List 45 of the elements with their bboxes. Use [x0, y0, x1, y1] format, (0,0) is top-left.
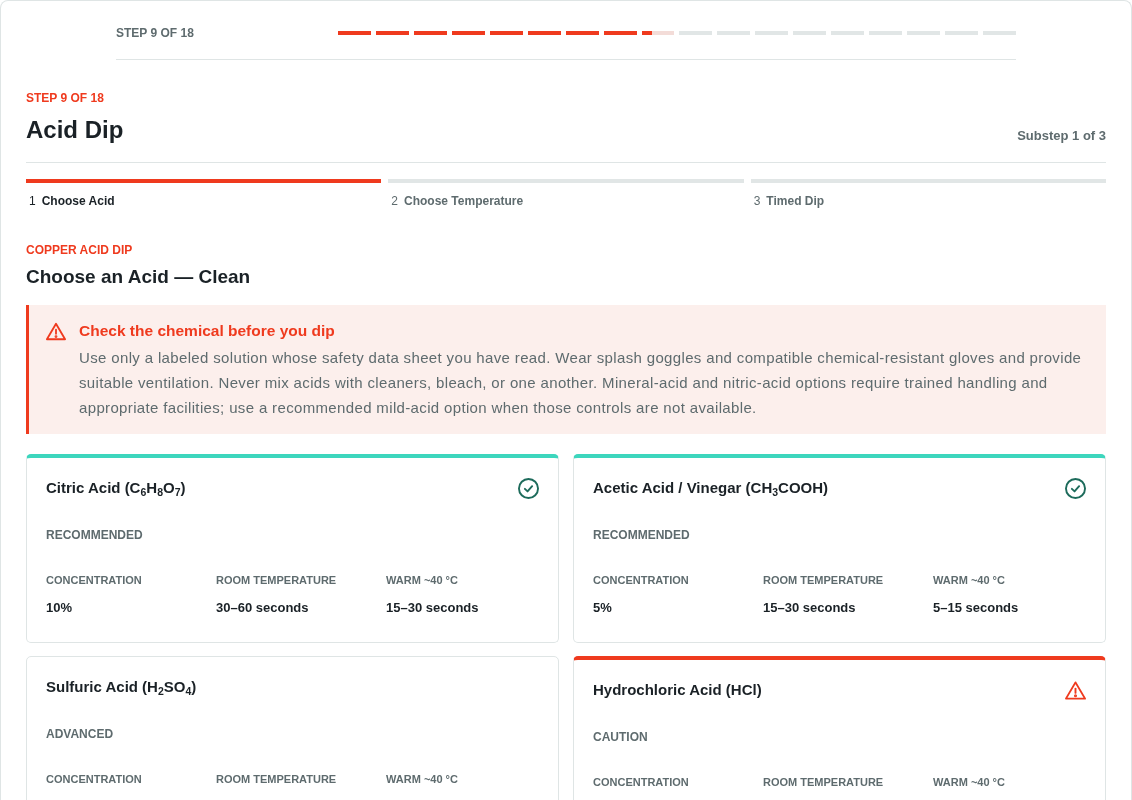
field-label: CONCENTRATION: [46, 772, 143, 786]
step-eyebrow: STEP 9 OF 18: [26, 91, 105, 105]
acid-option-card[interactable]: Hydrochloric Acid (HCl) CAUTION CONCENTRATION ROOM TEMPERATURE WARM ~40 °C: [573, 656, 1106, 800]
acid-name: Hydrochloric Acid (HCl): [593, 680, 762, 700]
field-label: ROOM TEMPERATURE: [763, 573, 885, 587]
field-label: WARM ~40 °C: [386, 573, 459, 587]
field-value: 15–30 seconds: [386, 599, 480, 617]
acid-option-card[interactable]: Sulfuric Acid (H$_{2}$SO$_{4}$) ADVANCED CONCENTRATION ROOM TEMPERATURE WARM ~40 °C: [26, 656, 559, 800]
rating-label: RECOMMENDED: [46, 527, 144, 543]
acid-name: Acetic Acid / Vinegar (CH$_{3}$COOH): [593, 478, 829, 499]
field-value: 30–60 seconds: [216, 599, 310, 617]
alert-title: Check the chemical before you dip: [79, 321, 336, 341]
field-label: ROOM TEMPERATURE: [216, 772, 338, 786]
field-value: 10%: [46, 599, 74, 617]
warning-icon: [46, 322, 66, 341]
substep-tab[interactable]: 2 Choose Temperature: [388, 179, 744, 209]
field-value: 5%: [593, 599, 613, 617]
substep-tab[interactable]: 1 Choose Acid: [26, 179, 382, 209]
field-value: 5–15 seconds: [933, 599, 1020, 617]
field-label: WARM ~40 °C: [933, 573, 1006, 587]
substep-tab[interactable]: 3 Timed Dip: [750, 179, 1106, 209]
field-label: CONCENTRATION: [593, 573, 690, 587]
field-label: ROOM TEMPERATURE: [216, 573, 338, 587]
step-title: Acid Dip: [26, 115, 124, 145]
alert-text: Use only a labeled solution whose safety data sheet you have read. Wear splash goggles and compatible chemical-resistant gloves and provide suitable ventilation. Never mix acids with cleaners, bleach, or one another. Mineral-acid and nitric-acid options require trained handling and appropriate facilities; use a recommended mild-acid option when those controls are not available.: [79, 348, 1083, 418]
field-label: WARM ~40 °C: [933, 775, 1006, 789]
check-circle-icon: [1065, 477, 1086, 499]
acid-option-card[interactable]: Acetic Acid / Vinegar (CH$_{3}$COOH) RECOMMENDED CONCENTRATION 5% ROOM TEMPERATURE 15–30 seconds WARM ~40 °C 5–15 seconds: [573, 454, 1106, 643]
field-label: ROOM TEMPERATURE: [763, 775, 885, 789]
substep-counter: Substep 1 of 3: [1017, 127, 1106, 145]
acid-name: Sulfuric Acid (H$_{2}$SO$_{4}$): [46, 677, 197, 698]
field-label: CONCENTRATION: [593, 775, 690, 789]
acid-name: Citric Acid (C$_{6}$H$_{8}$O$_{7}$): [46, 478, 186, 499]
rating-label: CAUTION: [593, 729, 649, 745]
rating-label: ADVANCED: [46, 726, 115, 742]
section-title: Choose an Acid — Clean: [26, 265, 252, 289]
section-eyebrow: COPPER ACID DIP: [26, 243, 134, 257]
check-circle-icon: [518, 477, 539, 499]
field-label: WARM ~40 °C: [386, 772, 459, 786]
warning-icon: [1065, 679, 1086, 701]
field-label: CONCENTRATION: [46, 573, 143, 587]
acid-option-card[interactable]: Citric Acid (C$_{6}$H$_{8}$O$_{7}$) RECOMMENDED CONCENTRATION 10% ROOM TEMPERATURE 30–60 seconds WARM ~40 °C 15–30 seconds: [26, 454, 559, 643]
step-counter: STEP 9 OF 18: [116, 25, 195, 41]
rating-label: RECOMMENDED: [593, 527, 691, 543]
field-value: 15–30 seconds: [763, 599, 857, 617]
